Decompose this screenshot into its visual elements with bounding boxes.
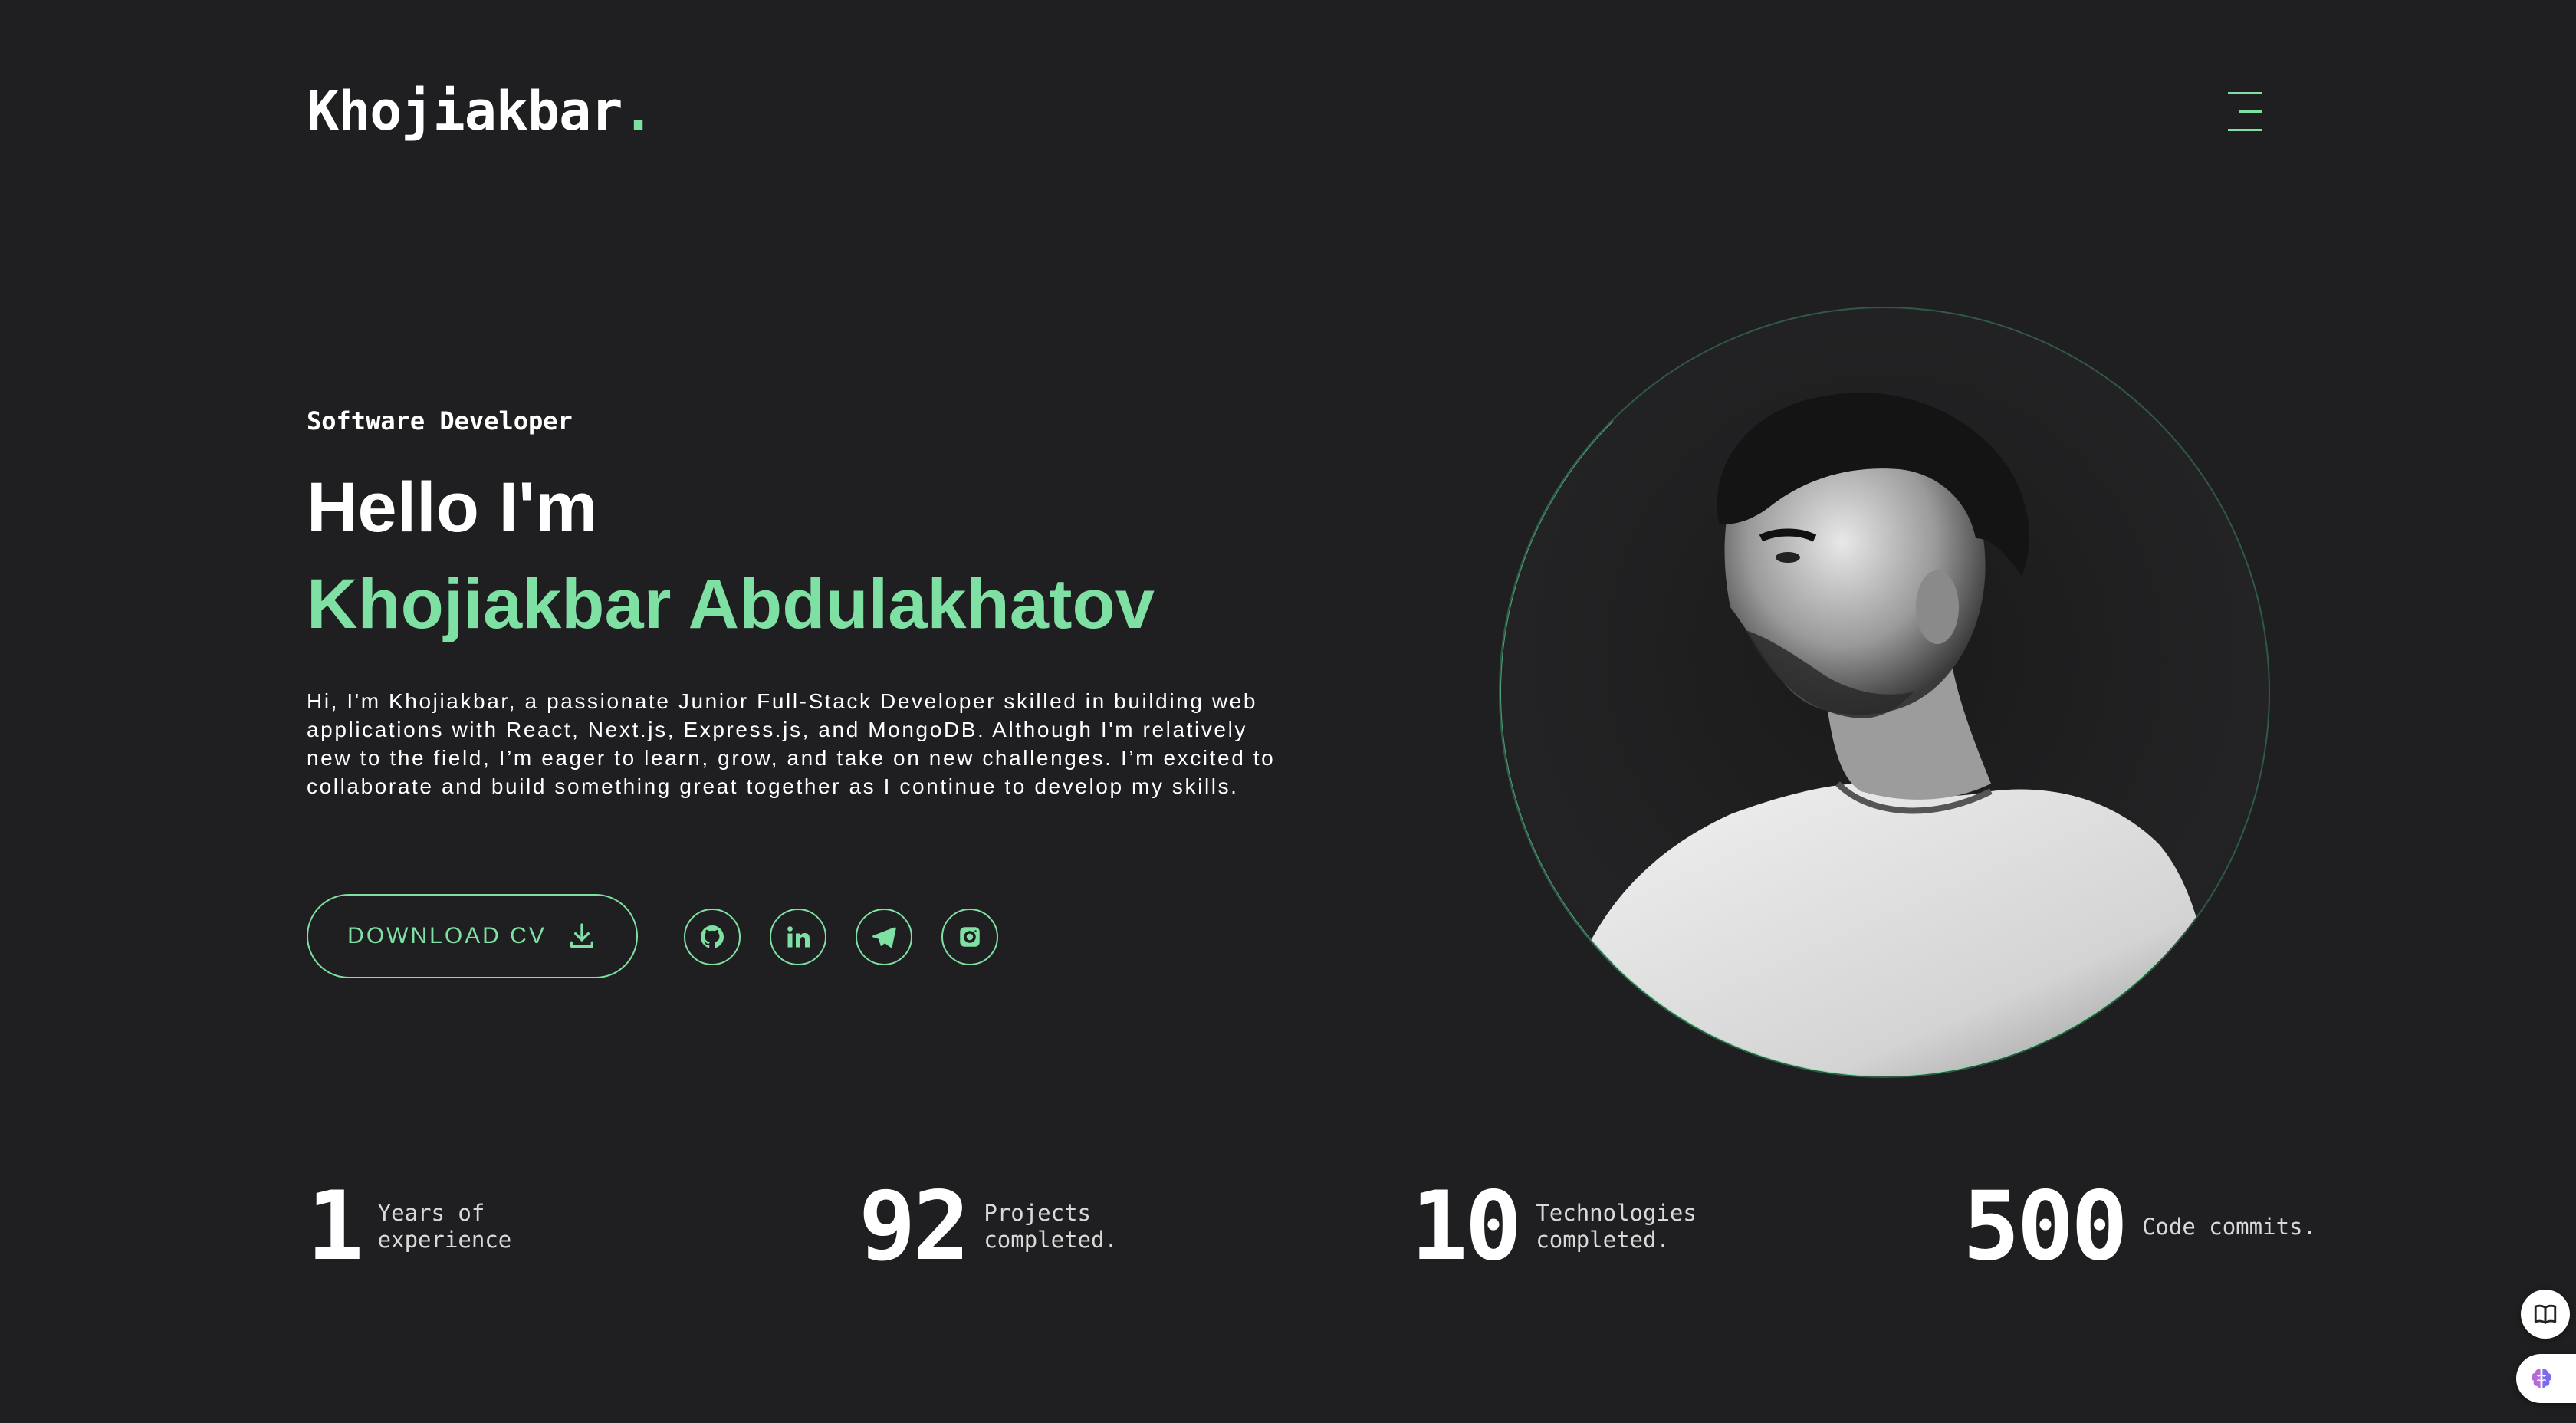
github-link[interactable] [684,909,741,965]
logo-text: Khojiakbar [307,80,623,143]
hero-name: Khojiakbar Abdulakhatov [307,565,1155,643]
logo[interactable]: Khojiakbar. [307,80,655,143]
page: Khojiakbar. Software Developer Hello I'm… [0,0,2576,1423]
profile-photo [1499,307,2270,1078]
linkedin-link[interactable] [770,909,826,965]
telegram-link[interactable] [856,909,912,965]
book-icon [2534,1304,2557,1324]
stat-label: Technologies completed. [1536,1200,1697,1253]
stat-projects: 92 Projects completed. [859,1173,1160,1280]
stat-experience: 1 Years of experience [307,1173,554,1280]
stat-value: 1 [307,1172,364,1282]
stat-value: 10 [1411,1172,1522,1282]
stat-label: Projects completed. [984,1200,1118,1253]
download-cv-label: DOWNLOAD CV [347,923,547,948]
download-cv-button[interactable]: DOWNLOAD CV [307,894,638,978]
telegram-icon [872,927,896,948]
logo-dot: . [622,80,654,143]
portrait-image [1546,393,2221,1076]
ai-widget-button[interactable] [2516,1354,2576,1403]
hero-subtitle: Software Developer [307,406,573,435]
stat-technologies: 10 Technologies completed. [1411,1173,1712,1280]
instagram-icon [960,927,980,947]
github-icon [701,925,724,948]
stat-value: 500 [1963,1172,2128,1282]
linkedin-icon [787,926,810,948]
hero-bio: Hi, I'm Khojiakbar, a passionate Junior … [307,689,1276,798]
stat-label: Years of experience [377,1200,512,1253]
hamburger-menu-icon[interactable] [2228,92,2262,132]
stat-label: Code commits. [2141,1213,2316,1240]
reader-widget-button[interactable] [2521,1290,2570,1339]
hero-greeting: Hello I'm [307,468,598,547]
download-icon [570,923,593,948]
instagram-link[interactable] [941,909,998,965]
stat-value: 92 [859,1172,970,1282]
stat-commits: 500 Code commits. [1963,1173,2318,1280]
brain-icon [2532,1369,2551,1388]
